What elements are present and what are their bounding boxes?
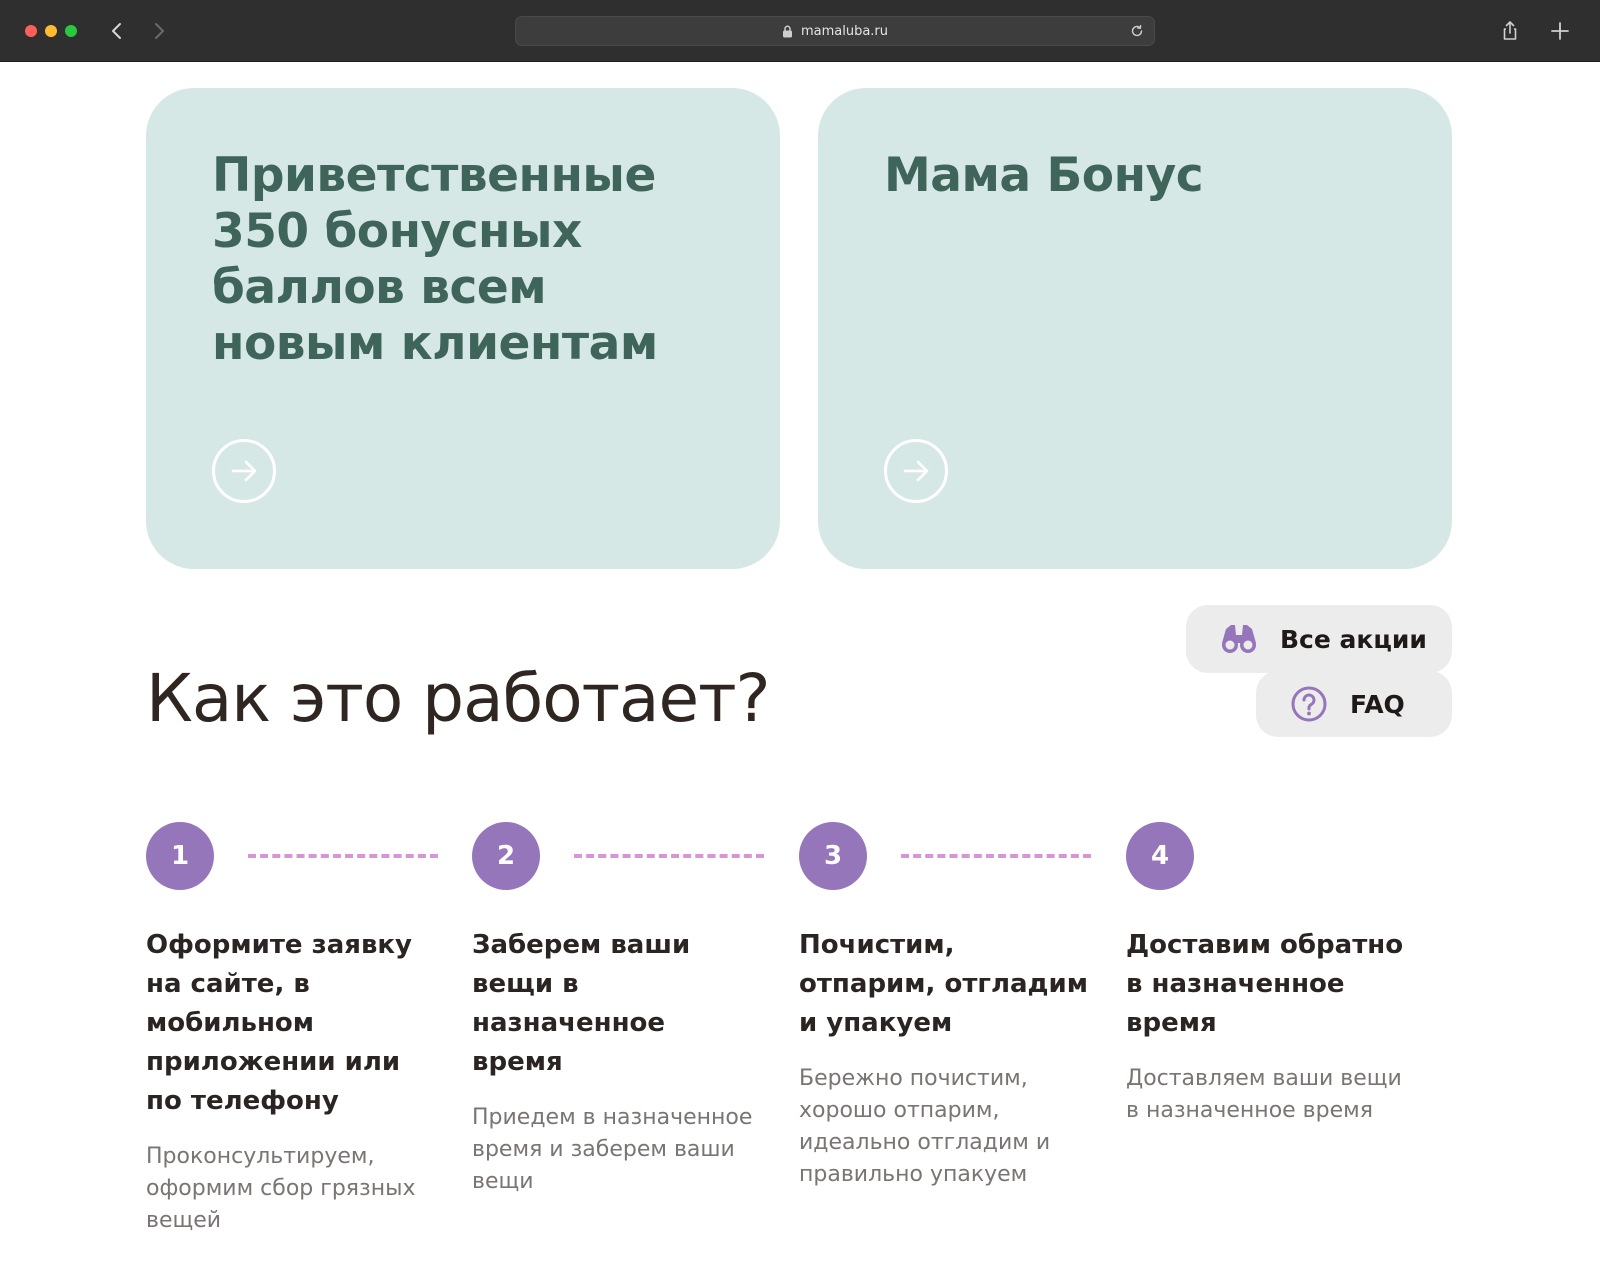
step-item: Почистим, отпарим, отгладим и упакуем Бе…	[799, 926, 1089, 1191]
step-connector	[901, 854, 1091, 858]
minimize-window-button[interactable]	[45, 25, 57, 37]
browser-toolbar: mamaluba.ru	[0, 0, 1600, 62]
step-item: Заберем ваши вещи в назначенное время Пр…	[472, 926, 762, 1198]
step-title: Почистим, отпарим, отгладим и упакуем	[799, 930, 1089, 1038]
close-window-button[interactable]	[25, 25, 37, 37]
step-title: Оформите заявку на сайте, в мобильном пр…	[146, 930, 412, 1116]
address-bar[interactable]: mamaluba.ru	[515, 16, 1155, 46]
step-number-badge: 3	[799, 822, 867, 890]
chevron-left-icon	[112, 23, 121, 39]
faq-button[interactable]: FAQ	[1256, 671, 1452, 737]
step-connector	[248, 854, 438, 858]
reload-icon[interactable]	[1130, 24, 1144, 38]
new-tab-icon[interactable]	[1547, 18, 1573, 44]
lock-icon	[782, 25, 792, 37]
promo-card-arrow-button[interactable]	[884, 439, 948, 503]
binoculars-icon	[1222, 625, 1256, 653]
step-number-badge: 4	[1126, 822, 1194, 890]
question-circle-icon	[1291, 686, 1327, 722]
step-description: Приедем в назначенное время и заберем ва…	[472, 1105, 753, 1194]
arrow-right-icon	[903, 460, 929, 482]
back-button[interactable]	[102, 16, 132, 46]
section-title: Как это работает?	[146, 660, 771, 737]
chevron-right-icon	[155, 23, 164, 39]
faq-label: FAQ	[1350, 689, 1405, 719]
promo-card-mama-bonus[interactable]: Мама Бонус	[818, 88, 1452, 569]
step-title: Заберем ваши вещи в назначенное время	[472, 930, 691, 1077]
step-description: Доставляем ваши вещи в назначенное время	[1126, 1066, 1402, 1123]
share-icon[interactable]	[1497, 18, 1523, 44]
address-url: mamaluba.ru	[800, 23, 889, 39]
promo-card-welcome-bonus[interactable]: Приветственные 350 бонусных баллов всем …	[146, 88, 780, 569]
steps-progress: 1 2 3 4	[146, 822, 1452, 890]
step-item: Доставим обратно в назначенное время Дос…	[1126, 926, 1416, 1127]
forward-button[interactable]	[144, 16, 174, 46]
step-number-badge: 2	[472, 822, 540, 890]
step-description: Бережно почистим, хорошо отпарим, идеаль…	[799, 1066, 1051, 1187]
step-title: Доставим обратно в назначенное время	[1126, 930, 1404, 1038]
promo-card-arrow-button[interactable]	[212, 439, 276, 503]
zoom-window-button[interactable]	[65, 25, 77, 37]
all-promos-label: Все акции	[1280, 624, 1427, 654]
all-promos-button[interactable]: Все акции	[1186, 605, 1452, 673]
step-item: Оформите заявку на сайте, в мобильном пр…	[146, 926, 436, 1237]
step-description: Проконсультируем, оформим сбор грязных в…	[146, 1144, 416, 1233]
promo-card-title: Приветственные 350 бонусных баллов всем …	[212, 148, 658, 371]
arrow-right-icon	[231, 460, 257, 482]
step-connector	[574, 854, 764, 858]
promo-card-title: Мама Бонус	[884, 148, 1204, 203]
step-number-badge: 1	[146, 822, 214, 890]
